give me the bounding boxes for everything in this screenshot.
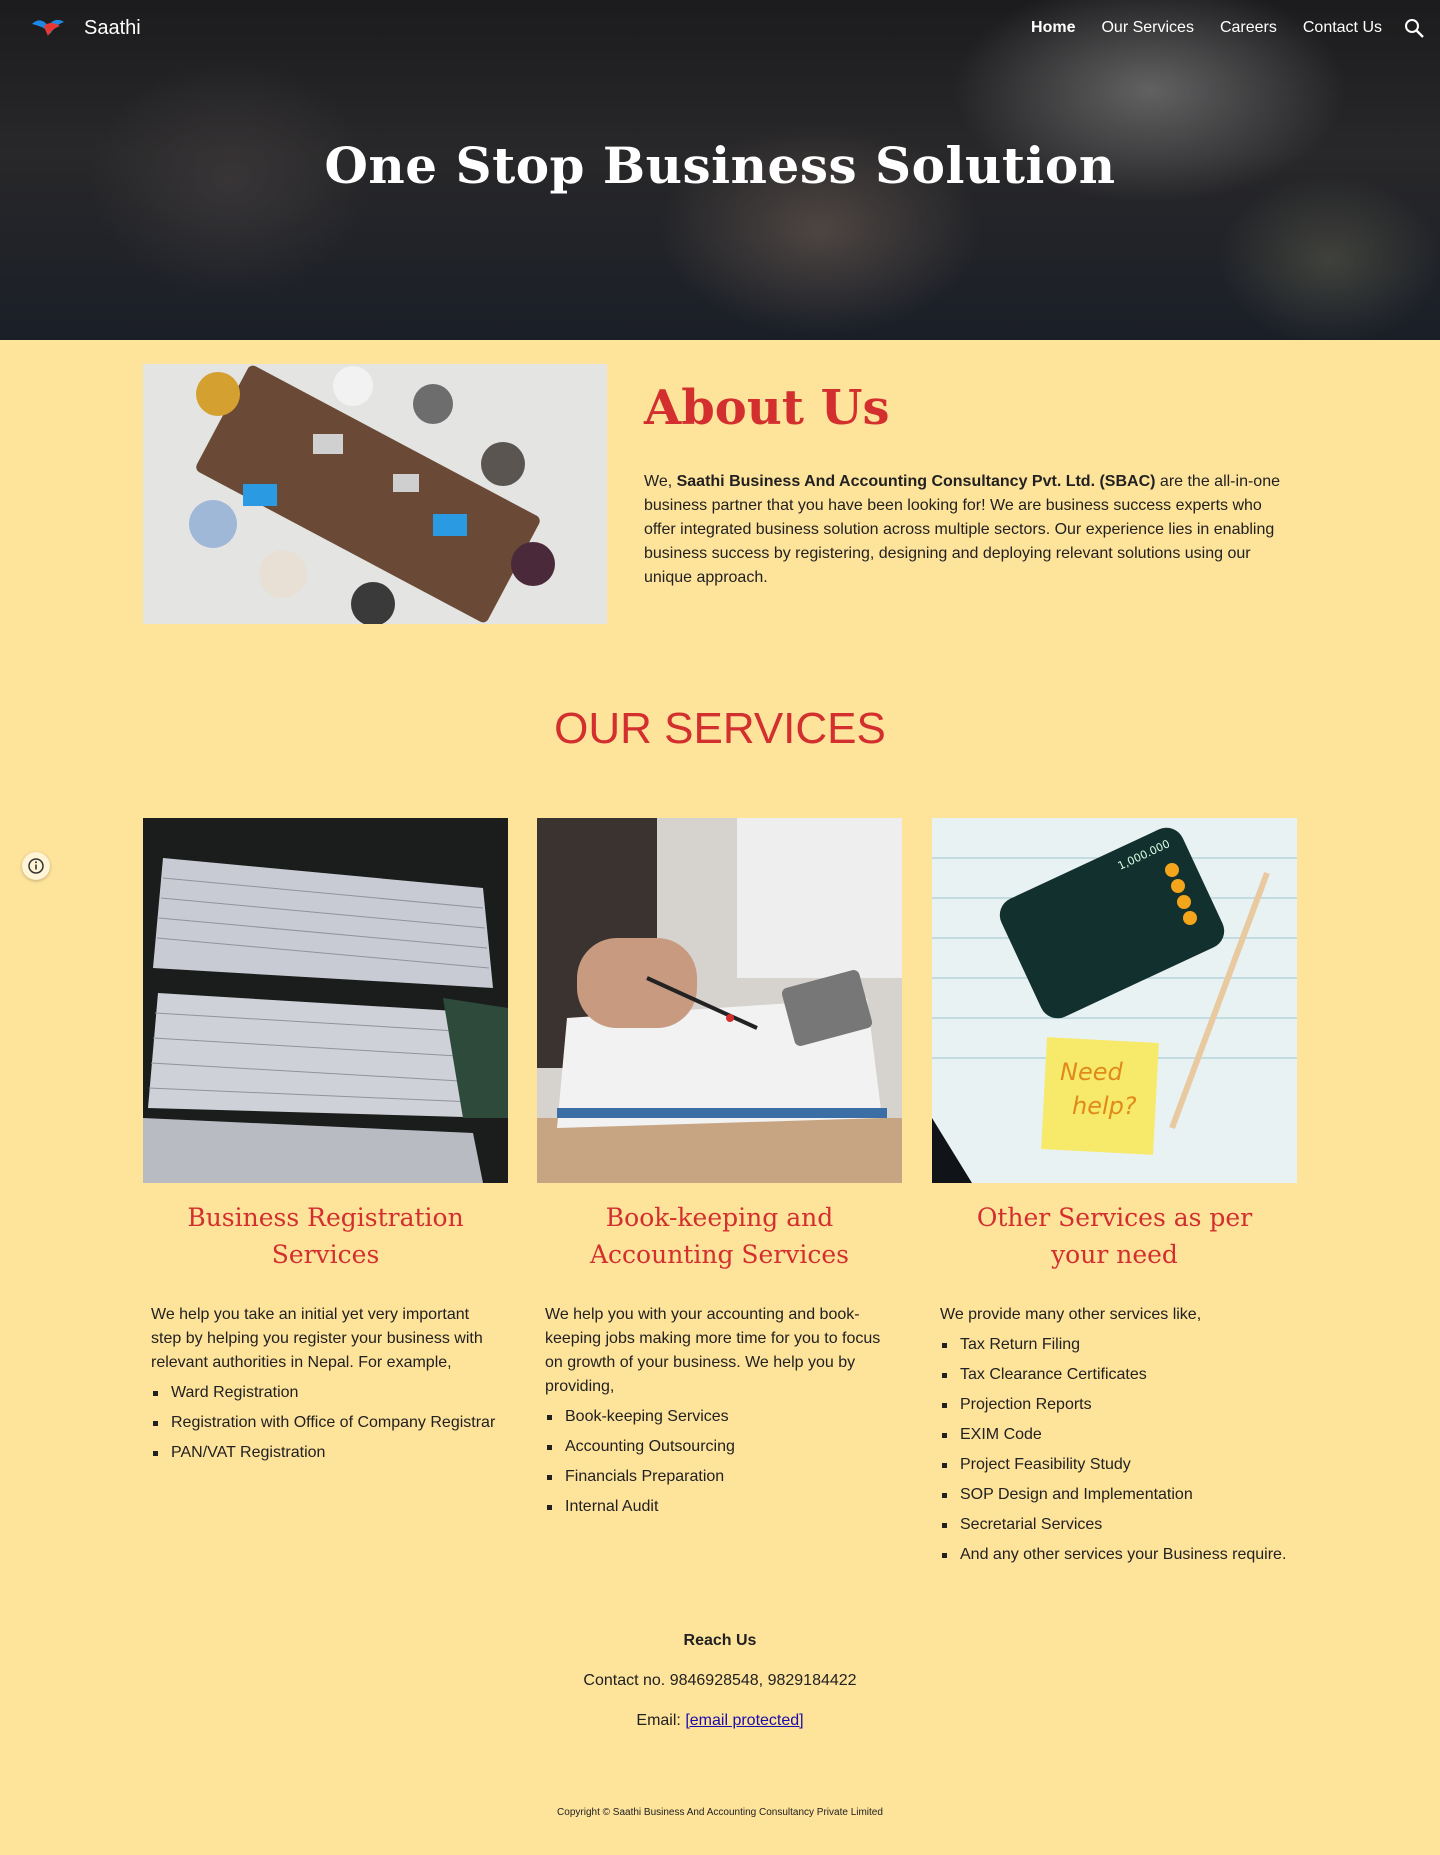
- about-text-prefix: We,: [644, 473, 677, 490]
- service-list-bookkeeping: Book-keeping Services Accounting Outsour…: [537, 1405, 902, 1519]
- calculator-image: Need help? 1,000.000: [932, 818, 1297, 1183]
- list-item: EXIM Code: [940, 1423, 1297, 1447]
- email-label: Email:: [636, 1712, 686, 1729]
- service-desc-registration: We help you take an initial yet very imp…: [151, 1306, 483, 1371]
- list-item: And any other services your Business req…: [940, 1543, 1297, 1567]
- service-title-other: Other Services as per your need: [976, 1203, 1253, 1269]
- nav-our-services[interactable]: Our Services: [1101, 16, 1193, 40]
- service-title-bookkeeping: Book-keeping and Accounting Services: [589, 1203, 850, 1269]
- sticky-note-text-2: help?: [1072, 1092, 1137, 1120]
- list-item: Project Feasibility Study: [940, 1453, 1297, 1477]
- list-item: Financials Preparation: [545, 1465, 902, 1489]
- email-link[interactable]: [email protected]: [685, 1712, 803, 1729]
- list-item: Accounting Outsourcing: [545, 1435, 902, 1459]
- about-paragraph: We, Saathi Business And Accounting Consu…: [644, 470, 1284, 590]
- service-list-registration: Ward Registration Registration with Offi…: [143, 1381, 508, 1465]
- list-item: Projection Reports: [940, 1393, 1297, 1417]
- about-company-name: Saathi Business And Accounting Consultan…: [676, 473, 1156, 490]
- list-item: Registration with Office of Company Regi…: [151, 1411, 508, 1435]
- nav-contact-us[interactable]: Contact Us: [1303, 16, 1382, 40]
- list-item: Internal Audit: [545, 1495, 902, 1519]
- list-item: Book-keeping Services: [545, 1405, 902, 1429]
- search-icon[interactable]: [1402, 16, 1426, 40]
- main-nav: Home Our Services Careers Contact Us: [1031, 16, 1382, 40]
- nav-careers[interactable]: Careers: [1220, 16, 1277, 40]
- about-title: About Us: [644, 380, 890, 436]
- about-meeting-image: [143, 364, 607, 624]
- list-item: Tax Return Filing: [940, 1333, 1297, 1357]
- service-title-registration: Business Registration Services: [187, 1203, 464, 1269]
- service-list-other: Tax Return Filing Tax Clearance Certific…: [932, 1333, 1297, 1567]
- service-desc-other: We provide many other services like,: [940, 1306, 1202, 1323]
- list-item: Ward Registration: [151, 1381, 508, 1405]
- hero-banner: Saathi Home Our Services Careers Contact…: [0, 0, 1440, 340]
- reach-us-heading: Reach Us: [683, 1632, 757, 1649]
- service-card-other: Need help? 1,000.000 Other Services as p…: [932, 818, 1297, 1573]
- contact-numbers: Contact no. 9846928548, 9829184422: [583, 1672, 857, 1689]
- services-title: OUR SERVICES: [554, 704, 886, 753]
- email-line: Email: [email protected]: [0, 1712, 1440, 1730]
- list-item: SOP Design and Implementation: [940, 1483, 1297, 1507]
- list-item: Tax Clearance Certificates: [940, 1363, 1297, 1387]
- accounting-image: [537, 818, 902, 1183]
- list-item: Secretarial Services: [940, 1513, 1297, 1537]
- service-desc-bookkeeping: We help you with your accounting and boo…: [545, 1306, 881, 1395]
- sticky-note-text: Need: [1060, 1058, 1123, 1086]
- service-card-bookkeeping: Book-keeping and Accounting Services We …: [537, 818, 902, 1525]
- service-card-registration: Business Registration Services We help y…: [143, 818, 508, 1471]
- hero-title: One Stop Business Solution: [324, 136, 1116, 195]
- info-icon: [28, 858, 44, 874]
- binders-image: [143, 818, 508, 1183]
- copyright-text: Copyright © Saathi Business And Accounti…: [557, 1807, 883, 1818]
- list-item: PAN/VAT Registration: [151, 1441, 508, 1465]
- nav-home[interactable]: Home: [1031, 16, 1075, 40]
- site-info-button[interactable]: [22, 852, 50, 880]
- logo-icon[interactable]: [30, 14, 66, 40]
- brand-name[interactable]: Saathi: [84, 14, 141, 42]
